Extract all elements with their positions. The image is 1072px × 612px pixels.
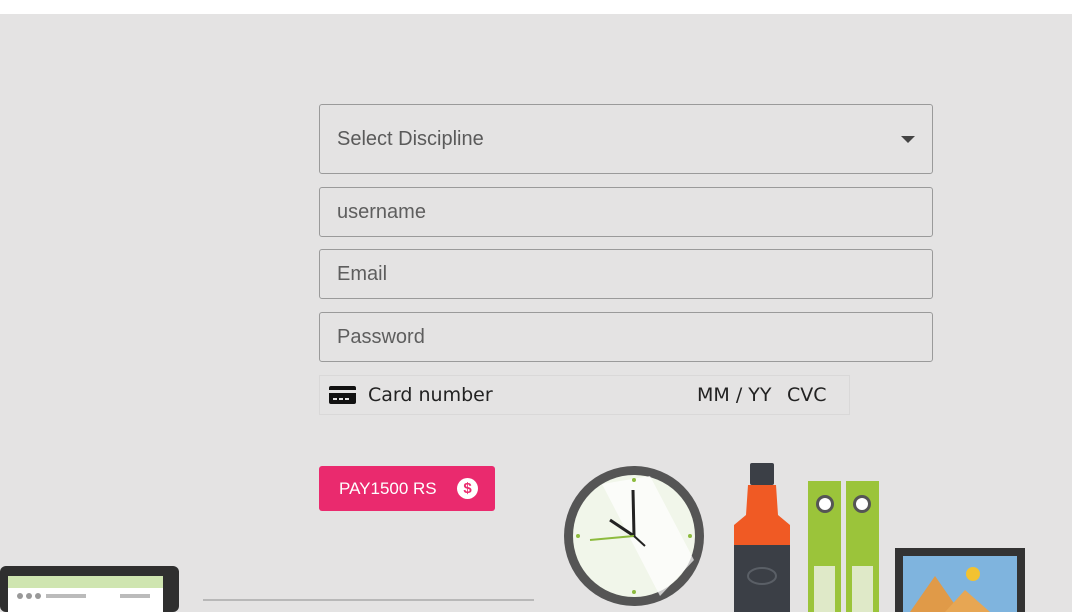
shelf-line	[203, 599, 534, 601]
bottle-illustration	[734, 463, 790, 612]
clock-illustration	[564, 466, 704, 606]
binders-illustration	[808, 481, 879, 612]
picture-frame-illustration	[895, 548, 1025, 612]
office-illustration	[0, 463, 1025, 612]
laptop-illustration	[0, 566, 179, 612]
